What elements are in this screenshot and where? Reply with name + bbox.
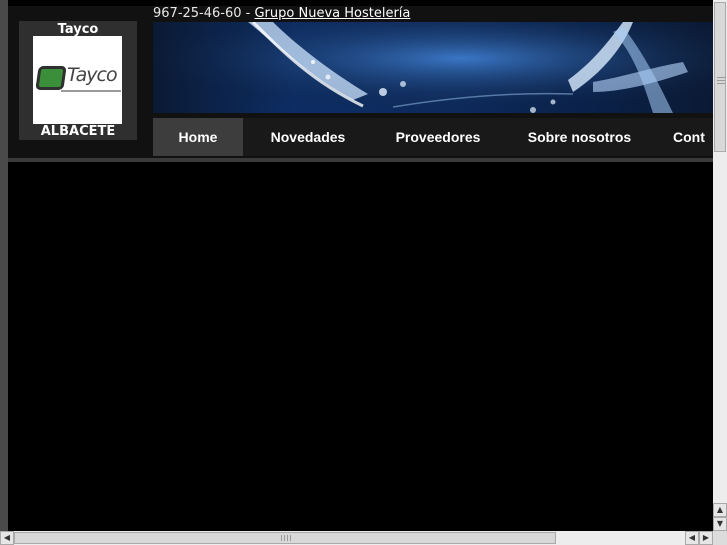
scroll-grip-icon [717, 76, 725, 84]
nav-item-contacto[interactable]: Cont [673, 118, 713, 156]
contact-line: 967-25-46-60 - Grupo Nueva Hostelería [153, 6, 410, 21]
horizontal-scrollbar[interactable]: ◀ ◀ ▶ [0, 531, 713, 545]
arrow-left-icon[interactable]: ◀ [0, 531, 14, 545]
scroll-grip-icon [281, 535, 291, 541]
header-divider [8, 158, 713, 162]
group-link[interactable]: Grupo Nueva Hostelería [254, 6, 410, 21]
phone-number: 967-25-46-60 [153, 6, 242, 21]
main-nav: Home Novedades Proveedores Sobre nosotro… [153, 118, 713, 156]
logo-tagline-icon [61, 90, 121, 92]
logo-top-label: Tayco [57, 22, 99, 37]
scrollbar-corner [713, 531, 727, 545]
nav-item-home[interactable]: Home [153, 118, 243, 156]
header-banner [153, 22, 713, 113]
vertical-scrollbar[interactable]: ▲ ▼ [713, 0, 727, 531]
nav-item-novedades[interactable]: Novedades [253, 118, 363, 156]
arrow-left-icon[interactable]: ◀ [685, 531, 699, 545]
arrow-right-icon[interactable]: ▶ [699, 531, 713, 545]
logo-image: Tayco [33, 36, 122, 124]
nav-item-proveedores[interactable]: Proveedores [383, 118, 493, 156]
logo-brand-word: Tayco [67, 64, 118, 86]
left-border [0, 0, 8, 531]
vertical-scroll-thumb[interactable] [714, 2, 726, 152]
logo-bottom-label: ALBACETE [40, 124, 116, 139]
logo-mark-icon [35, 66, 67, 90]
arrow-down-icon[interactable]: ▼ [713, 517, 727, 531]
horizontal-scroll-thumb[interactable] [14, 532, 556, 544]
nav-item-sobre-nosotros[interactable]: Sobre nosotros [516, 118, 643, 156]
page-viewport: Tayco Tayco ALBACETE 967-25-46-60 - Grup… [0, 0, 713, 531]
arrow-up-icon[interactable]: ▲ [713, 503, 727, 517]
water-splash-icon [153, 22, 713, 113]
contact-separator: - [241, 6, 255, 21]
site-logo[interactable]: Tayco Tayco ALBACETE [19, 21, 137, 140]
